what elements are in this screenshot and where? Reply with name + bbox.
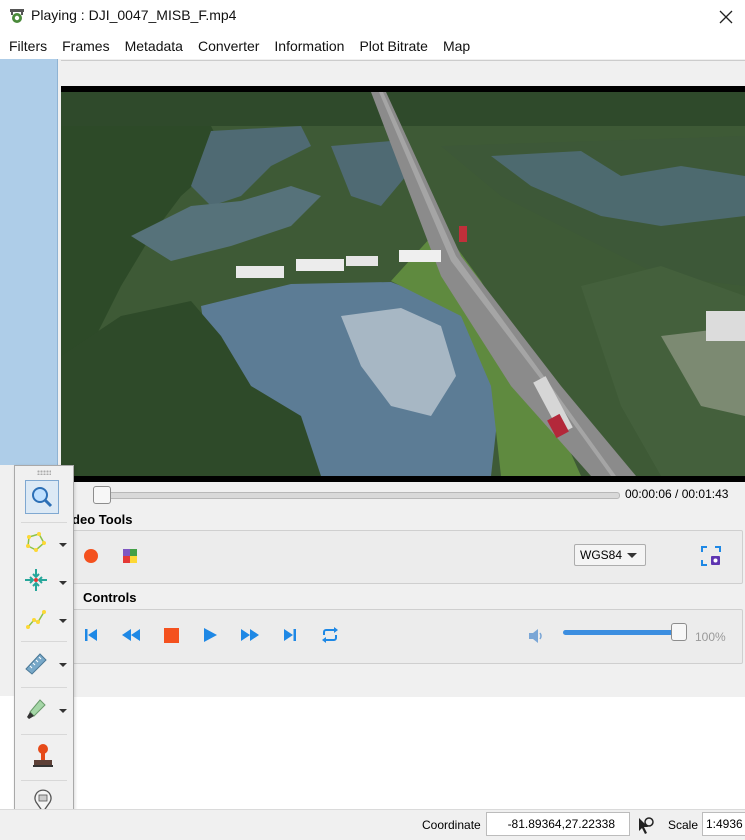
- skip-to-start-icon: [85, 629, 97, 641]
- measure-icon: [25, 653, 47, 675]
- window-title: Playing : DJI_0047_MISB_F.mp4: [31, 7, 237, 23]
- chevron-down-icon[interactable]: [59, 709, 67, 713]
- coordinate-label: Coordinate: [422, 818, 481, 832]
- record-button[interactable]: [80, 545, 102, 567]
- line-icon: [26, 610, 46, 629]
- toolbar-separator: [21, 734, 67, 735]
- menu-bar: Filters Frames Metadata Converter Inform…: [0, 33, 745, 59]
- pan-to-center-icon: [25, 569, 47, 591]
- stop-icon: [163, 627, 179, 643]
- rewind-button[interactable]: [119, 624, 143, 646]
- record-icon: [84, 549, 98, 563]
- fast-forward-icon: [241, 629, 259, 641]
- chevron-down-icon[interactable]: [59, 663, 67, 667]
- menu-frames[interactable]: Frames: [54, 38, 116, 54]
- capture-icon: [701, 546, 721, 566]
- repeat-icon: [322, 627, 338, 643]
- coordinate-field[interactable]: -81.89364,27.22338: [486, 812, 630, 836]
- capture-frame-button[interactable]: [699, 544, 723, 568]
- skip-end-button[interactable]: [279, 624, 301, 646]
- video-image: [61, 86, 745, 482]
- skip-to-end-icon: [284, 629, 296, 641]
- layers-panel: [0, 59, 58, 465]
- menu-information[interactable]: Information: [266, 38, 351, 54]
- play-icon: [204, 628, 217, 642]
- close-icon: [719, 10, 732, 23]
- zoom-tool-button[interactable]: [25, 480, 59, 514]
- menu-plot-bitrate[interactable]: Plot Bitrate: [351, 38, 434, 54]
- measure-tool-button[interactable]: [23, 650, 49, 676]
- stamp-icon: [33, 744, 53, 767]
- toolbar-grip[interactable]: [37, 470, 51, 475]
- close-button[interactable]: [706, 0, 745, 33]
- skip-start-button[interactable]: [80, 624, 102, 646]
- crs-select[interactable]: WGS84: [574, 544, 646, 566]
- toggle-extents-button[interactable]: [634, 815, 656, 837]
- speaker-icon: [529, 629, 542, 643]
- pan-center-tool-button[interactable]: [23, 567, 49, 593]
- highlighter-icon: [27, 699, 46, 719]
- fast-forward-button[interactable]: [238, 624, 262, 646]
- chevron-down-icon[interactable]: [59, 543, 67, 547]
- chevron-down-icon[interactable]: [59, 581, 67, 585]
- toolbar-separator: [21, 522, 67, 523]
- volume-handle[interactable]: [671, 623, 687, 641]
- stop-button[interactable]: [160, 624, 182, 646]
- loop-button[interactable]: [319, 624, 341, 646]
- chevron-down-icon[interactable]: [59, 619, 67, 623]
- volume-slider[interactable]: [563, 630, 683, 635]
- polygon-icon: [26, 532, 46, 552]
- line-tool-button[interactable]: [23, 606, 49, 632]
- seek-bar[interactable]: [96, 492, 620, 499]
- polygon-tool-button[interactable]: [23, 529, 49, 555]
- stamp-tool-button[interactable]: [29, 742, 57, 770]
- toolbar-separator: [21, 687, 67, 688]
- menu-converter[interactable]: Converter: [190, 38, 266, 54]
- digitizing-toolbar: [14, 465, 74, 824]
- time-display: 00:00:06 / 00:01:43: [625, 487, 729, 501]
- zoom-icon: [32, 487, 53, 508]
- toolbar-separator: [21, 641, 67, 642]
- rewind-icon: [122, 629, 140, 641]
- color-palette-icon: [123, 549, 137, 563]
- menu-metadata[interactable]: Metadata: [117, 38, 190, 54]
- toolbar-separator: [21, 780, 67, 781]
- map-canvas-area: [0, 696, 745, 809]
- controls-title: Controls: [83, 590, 137, 605]
- scale-label: Scale: [668, 818, 699, 832]
- menu-map[interactable]: Map: [435, 38, 477, 54]
- app-icon: [10, 9, 24, 23]
- menu-filters[interactable]: Filters: [0, 38, 54, 54]
- color-filters-button[interactable]: [119, 545, 141, 567]
- play-button[interactable]: [199, 624, 221, 646]
- mouse-extents-icon: [639, 817, 654, 834]
- mute-button[interactable]: [527, 626, 547, 646]
- crs-select-value: WGS84: [580, 548, 623, 562]
- chevron-down-icon: [627, 552, 637, 558]
- seek-handle[interactable]: [93, 486, 111, 504]
- video-frame[interactable]: [61, 86, 745, 482]
- volume-percent: 100%: [695, 630, 726, 644]
- scale-field[interactable]: 1:4936: [702, 812, 745, 836]
- highlighter-tool-button[interactable]: [23, 696, 49, 722]
